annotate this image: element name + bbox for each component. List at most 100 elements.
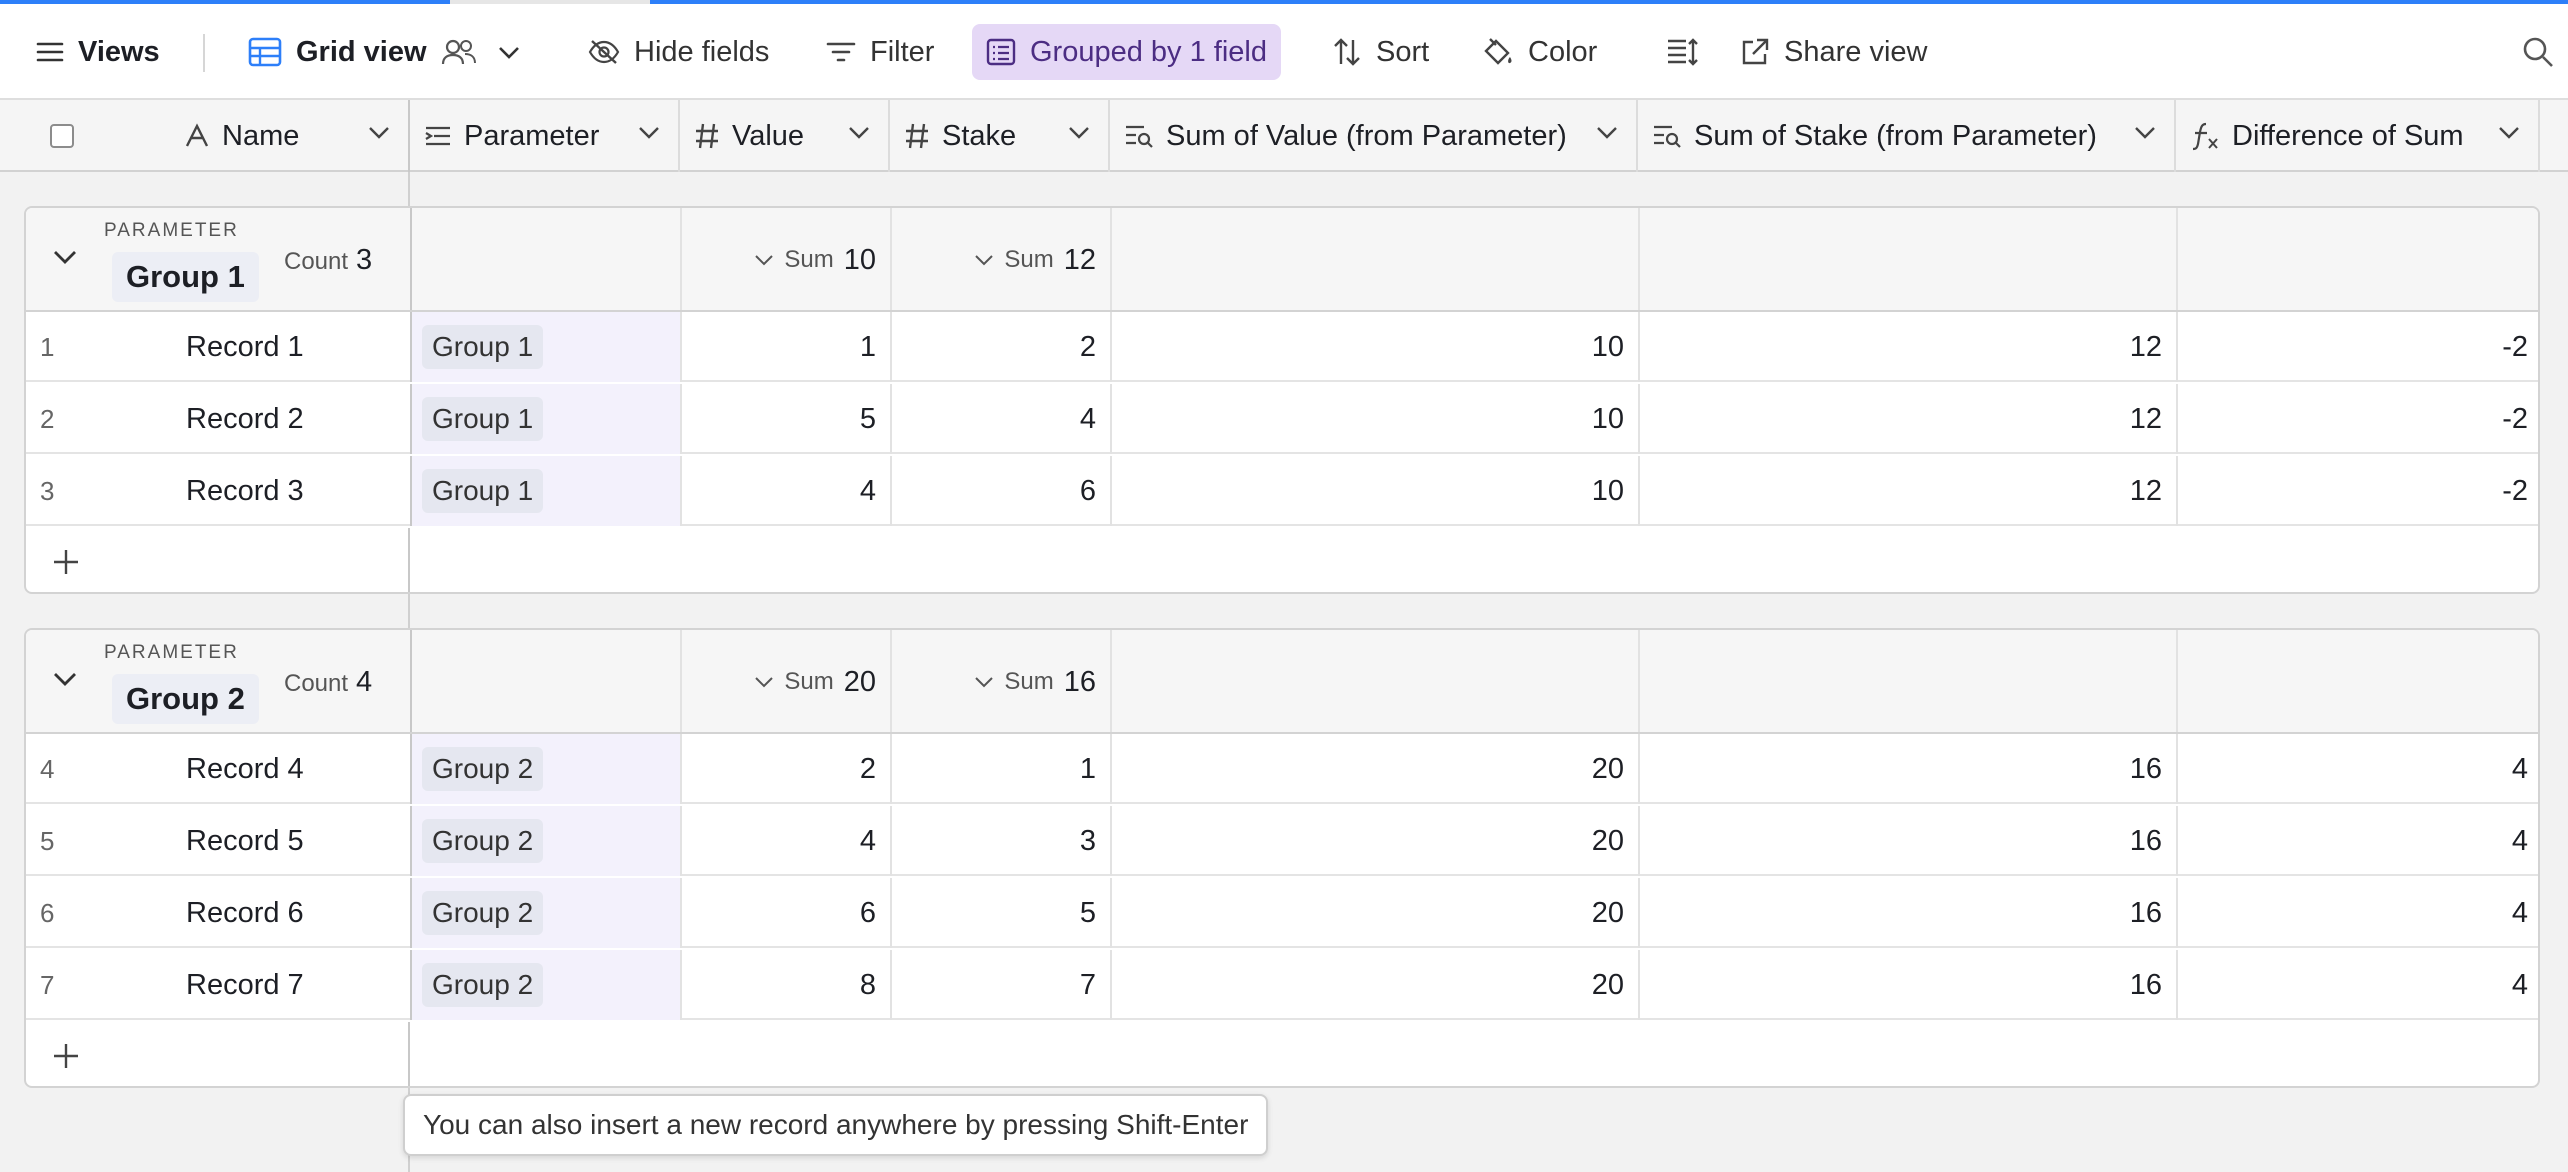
cell-parameter[interactable]: Group 2 bbox=[412, 878, 682, 948]
cell-difference[interactable]: 4 bbox=[2178, 950, 2538, 1020]
linked-record-chip[interactable]: Group 2 bbox=[422, 747, 544, 791]
cell-value[interactable]: 4 bbox=[682, 806, 892, 876]
cell-sum-value[interactable]: 20 bbox=[1112, 878, 1640, 948]
hide-fields-button[interactable]: Hide fields bbox=[574, 24, 783, 80]
cell-value[interactable]: 5 bbox=[682, 384, 892, 454]
plus-icon[interactable] bbox=[52, 1042, 80, 1070]
grid-view-switcher[interactable]: Grid view bbox=[234, 24, 535, 80]
cell-stake[interactable]: 2 bbox=[892, 312, 1112, 382]
linked-record-chip[interactable]: Group 1 bbox=[422, 469, 544, 513]
chevron-down-icon bbox=[975, 255, 994, 266]
column-header-sum-value[interactable]: Sum of Value (from Parameter) bbox=[1110, 100, 1638, 172]
cell-value[interactable]: 2 bbox=[682, 734, 892, 804]
share-view-button[interactable]: Share view bbox=[1726, 24, 1941, 80]
cell-stake[interactable]: 7 bbox=[892, 950, 1112, 1020]
group-button[interactable]: Grouped by 1 field bbox=[972, 24, 1281, 80]
chevron-down-icon[interactable] bbox=[1068, 126, 1090, 140]
cell-sum-value[interactable]: 20 bbox=[1112, 806, 1640, 876]
cell-stake[interactable]: 1 bbox=[892, 734, 1112, 804]
cell-difference[interactable]: -2 bbox=[2178, 384, 2538, 454]
cell-sum-stake[interactable]: 16 bbox=[1640, 878, 2178, 948]
cell-sum-value[interactable]: 20 bbox=[1112, 734, 1640, 804]
stake-summary[interactable]: Sum 16 bbox=[892, 630, 1112, 734]
column-header-stake[interactable]: Stake bbox=[890, 100, 1110, 172]
search-button[interactable] bbox=[2508, 24, 2568, 80]
cell-stake[interactable]: 3 bbox=[892, 806, 1112, 876]
cell-name[interactable]: Record 1 bbox=[106, 312, 412, 382]
plus-icon[interactable] bbox=[52, 548, 80, 576]
select-all-checkbox[interactable] bbox=[50, 124, 74, 148]
linked-record-chip[interactable]: Group 2 bbox=[422, 963, 544, 1007]
table-row[interactable]: 4 Record 4 Group 2 2 1 20 16 4 bbox=[26, 734, 2538, 804]
cell-value[interactable]: 6 bbox=[682, 878, 892, 948]
column-header-parameter[interactable]: Parameter bbox=[410, 100, 680, 172]
chevron-down-icon[interactable] bbox=[368, 126, 390, 140]
cell-sum-stake[interactable]: 16 bbox=[1640, 806, 2178, 876]
cell-stake[interactable]: 6 bbox=[892, 456, 1112, 526]
column-header-difference[interactable]: Difference of Sum bbox=[2176, 100, 2540, 172]
cell-sum-stake[interactable]: 12 bbox=[1640, 456, 2178, 526]
cell-difference[interactable]: 4 bbox=[2178, 734, 2538, 804]
cell-sum-stake[interactable]: 16 bbox=[1640, 734, 2178, 804]
cell-name[interactable]: Record 4 bbox=[106, 734, 412, 804]
collapse-group-icon[interactable] bbox=[52, 248, 78, 266]
table-row[interactable]: 7 Record 7 Group 2 8 7 20 16 4 bbox=[26, 950, 2538, 1020]
cell-parameter[interactable]: Group 1 bbox=[412, 456, 682, 526]
cell-sum-stake[interactable]: 16 bbox=[1640, 950, 2178, 1020]
cell-stake[interactable]: 5 bbox=[892, 878, 1112, 948]
cell-difference[interactable]: -2 bbox=[2178, 312, 2538, 382]
linked-record-chip[interactable]: Group 2 bbox=[422, 891, 544, 935]
cell-name[interactable]: Record 3 bbox=[106, 456, 412, 526]
collapse-group-icon[interactable] bbox=[52, 670, 78, 688]
chevron-down-icon[interactable] bbox=[2134, 126, 2156, 140]
add-record-row[interactable] bbox=[26, 1022, 2538, 1086]
cell-value[interactable]: 4 bbox=[682, 456, 892, 526]
cell-sum-value[interactable]: 10 bbox=[1112, 384, 1640, 454]
stake-summary[interactable]: Sum 12 bbox=[892, 208, 1112, 312]
filter-button[interactable]: Filter bbox=[812, 24, 948, 80]
linked-record-chip[interactable]: Group 2 bbox=[422, 819, 544, 863]
table-row[interactable]: 3 Record 3 Group 1 4 6 10 12 -2 bbox=[26, 456, 2538, 526]
column-header-sum-stake[interactable]: Sum of Stake (from Parameter) bbox=[1638, 100, 2176, 172]
cell-stake[interactable]: 4 bbox=[892, 384, 1112, 454]
cell-name[interactable]: Record 2 bbox=[106, 384, 412, 454]
cell-difference[interactable]: 4 bbox=[2178, 806, 2538, 876]
views-button[interactable]: Views bbox=[22, 24, 174, 80]
cell-name[interactable]: Record 6 bbox=[106, 878, 412, 948]
chevron-down-icon[interactable] bbox=[2498, 126, 2520, 140]
chevron-down-icon[interactable] bbox=[1596, 126, 1618, 140]
cell-sum-stake[interactable]: 12 bbox=[1640, 312, 2178, 382]
cell-parameter[interactable]: Group 2 bbox=[412, 950, 682, 1020]
value-summary[interactable]: Sum 20 bbox=[682, 630, 892, 734]
row-height-button[interactable] bbox=[1652, 24, 1714, 80]
cell-value[interactable]: 8 bbox=[682, 950, 892, 1020]
column-header-name[interactable]: Name bbox=[170, 100, 410, 172]
table-row[interactable]: 2 Record 2 Group 1 5 4 10 12 -2 bbox=[26, 384, 2538, 454]
table-row[interactable]: 5 Record 5 Group 2 4 3 20 16 4 bbox=[26, 806, 2538, 876]
cell-parameter[interactable]: Group 2 bbox=[412, 806, 682, 876]
add-record-row[interactable] bbox=[26, 528, 2538, 592]
chevron-down-icon[interactable] bbox=[638, 126, 660, 140]
chevron-down-icon[interactable] bbox=[497, 44, 521, 60]
linked-record-chip[interactable]: Group 1 bbox=[422, 325, 544, 369]
cell-difference[interactable]: -2 bbox=[2178, 456, 2538, 526]
table-row[interactable]: 6 Record 6 Group 2 6 5 20 16 4 bbox=[26, 878, 2538, 948]
value-summary[interactable]: Sum 10 bbox=[682, 208, 892, 312]
cell-sum-value[interactable]: 10 bbox=[1112, 312, 1640, 382]
cell-difference[interactable]: 4 bbox=[2178, 878, 2538, 948]
chevron-down-icon[interactable] bbox=[848, 126, 870, 140]
sort-button[interactable]: Sort bbox=[1318, 24, 1443, 80]
column-header-value[interactable]: Value bbox=[680, 100, 890, 172]
table-row[interactable]: 1 Record 1 Group 1 1 2 10 12 -2 bbox=[26, 312, 2538, 382]
linked-record-chip[interactable]: Group 1 bbox=[422, 397, 544, 441]
cell-parameter[interactable]: Group 2 bbox=[412, 734, 682, 804]
cell-sum-value[interactable]: 20 bbox=[1112, 950, 1640, 1020]
cell-sum-stake[interactable]: 12 bbox=[1640, 384, 2178, 454]
cell-value[interactable]: 1 bbox=[682, 312, 892, 382]
cell-parameter[interactable]: Group 1 bbox=[412, 312, 682, 382]
cell-parameter[interactable]: Group 1 bbox=[412, 384, 682, 454]
cell-name[interactable]: Record 5 bbox=[106, 806, 412, 876]
color-button[interactable]: Color bbox=[1468, 24, 1611, 80]
cell-sum-value[interactable]: 10 bbox=[1112, 456, 1640, 526]
cell-name[interactable]: Record 7 bbox=[106, 950, 412, 1020]
